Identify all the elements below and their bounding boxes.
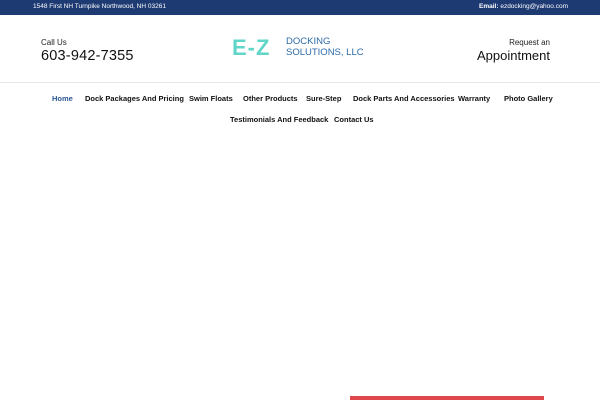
logo-text-line2: SOLUTIONS, LLC — [286, 47, 364, 58]
red-accent-bar — [350, 396, 544, 400]
address-text: 1548 First NH Turnpike Northwood, NH 032… — [33, 3, 166, 10]
nav-item-dock-packages[interactable]: Dock Packages And Pricing — [85, 94, 184, 103]
email-contact[interactable]: Email: ezdocking@yahoo.com — [479, 3, 568, 10]
top-info-bar: 1548 First NH Turnpike Northwood, NH 032… — [0, 0, 600, 15]
email-label: Email: — [479, 3, 499, 10]
request-label: Request an — [509, 38, 550, 47]
nav-item-home[interactable]: Home — [52, 94, 73, 103]
email-link[interactable]: ezdocking@yahoo.com — [500, 3, 568, 10]
main-navigation: Home Dock Packages And Pricing Swim Floa… — [0, 88, 600, 130]
logo-mark: E-Z — [232, 35, 271, 60]
site-header: Call Us 603-942-7355 E-Z DOCKING SOLUTIO… — [0, 15, 600, 83]
nav-item-other-products[interactable]: Other Products — [243, 94, 298, 103]
nav-item-swim-floats[interactable]: Swim Floats — [189, 94, 233, 103]
nav-item-dock-parts[interactable]: Dock Parts And Accessories — [353, 94, 455, 103]
logo-text-line1: DOCKING — [286, 36, 331, 47]
main-content-area — [0, 130, 600, 400]
nav-item-warranty[interactable]: Warranty — [458, 94, 490, 103]
site-logo[interactable]: E-Z DOCKING SOLUTIONS, LLC — [232, 35, 372, 61]
nav-item-contact-us[interactable]: Contact Us — [334, 115, 374, 124]
nav-item-sure-step[interactable]: Sure-Step — [306, 94, 341, 103]
nav-item-photo-gallery[interactable]: Photo Gallery — [504, 94, 553, 103]
call-us-label: Call Us — [41, 38, 67, 47]
appointment-link[interactable]: Appointment — [477, 48, 550, 63]
phone-number-link[interactable]: 603-942-7355 — [41, 48, 134, 64]
nav-item-testimonials[interactable]: Testimonials And Feedback — [230, 115, 328, 124]
